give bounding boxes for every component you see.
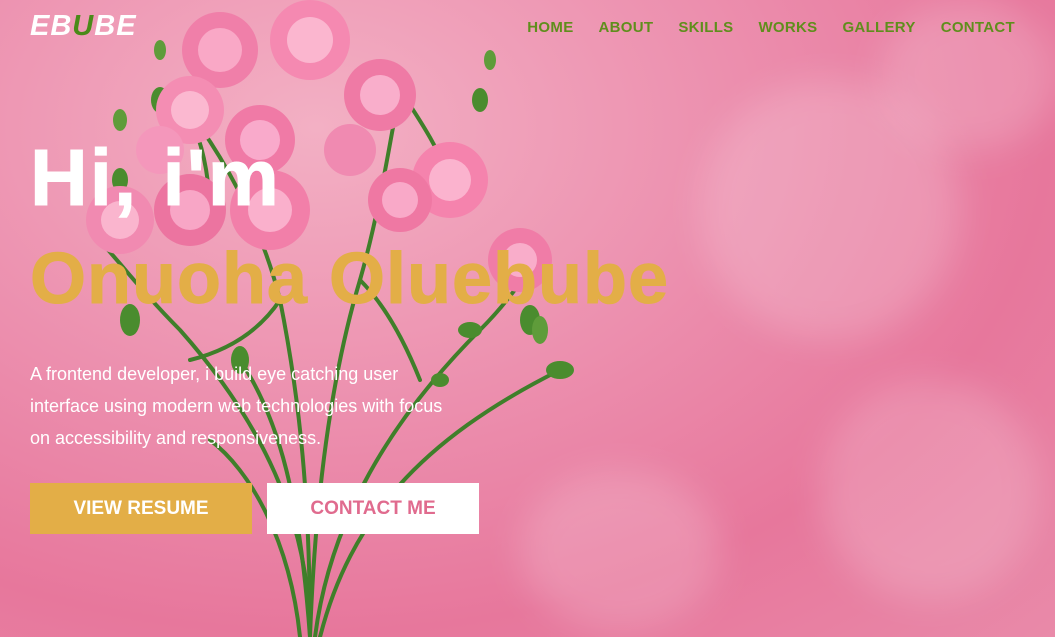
hero-greeting: Hi, i'm: [30, 133, 281, 222]
nav-link-home[interactable]: HOME: [527, 19, 573, 36]
nav-link-gallery[interactable]: GALLERY: [842, 19, 915, 36]
logo-text-end: BE: [94, 10, 137, 42]
main-nav: HOME ABOUT SKILLS WORKS GALLERY CONTACT: [527, 19, 1015, 36]
background-bokeh: [820, 380, 1040, 600]
logo-text-accent: U: [72, 10, 95, 42]
nav-link-contact[interactable]: CONTACT: [941, 19, 1015, 36]
site-logo[interactable]: EBUBE: [30, 10, 137, 43]
nav-link-about[interactable]: ABOUT: [599, 19, 654, 36]
nav-link-works[interactable]: WORKS: [758, 19, 817, 36]
logo-text-start: EB: [30, 10, 73, 42]
hero-name: Onuoha Oluebube: [30, 239, 669, 319]
hero-description: A frontend developer, i build eye catchi…: [30, 364, 443, 448]
nav-link-skills[interactable]: SKILLS: [678, 19, 733, 36]
view-resume-button[interactable]: VIEW RESUME: [30, 483, 252, 534]
contact-me-button[interactable]: CONTACT ME: [267, 483, 479, 534]
